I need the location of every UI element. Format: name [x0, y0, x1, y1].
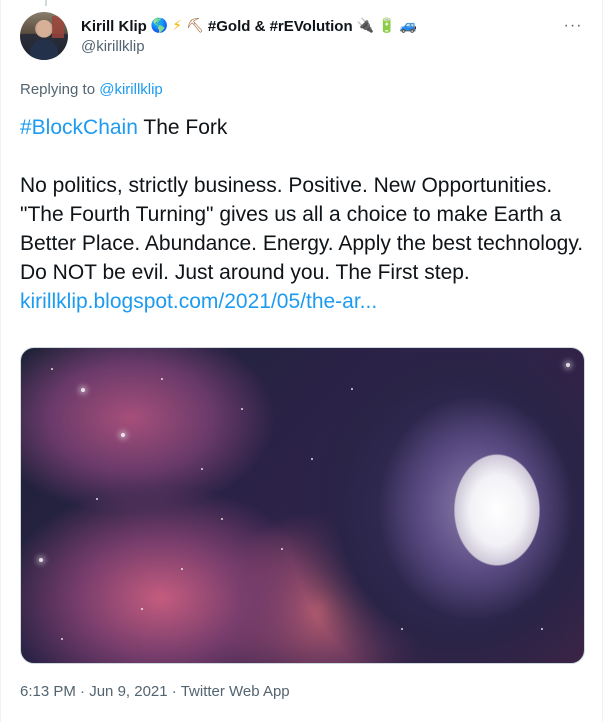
- tweet-title-rest: The Fork: [137, 116, 228, 139]
- bolt-icon: ⚡: [172, 18, 183, 34]
- star-sparkle: [96, 498, 98, 500]
- tweet-card: Kirill Klip 🌎 ⚡ ⛏ #Gold & #rEVolution 🔌 …: [0, 0, 603, 722]
- star-sparkle: [201, 468, 203, 470]
- star-sparkle: [541, 628, 543, 630]
- tweet-client[interactable]: Twitter Web App: [181, 683, 290, 700]
- pick-icon: ⛏: [186, 18, 204, 34]
- thread-connector-line: [45, 0, 47, 6]
- hashtag-link[interactable]: #BlockChain: [20, 116, 138, 139]
- tweet-body: No politics, strictly business. Positive…: [20, 174, 584, 284]
- star-sparkle: [81, 388, 85, 392]
- meta-separator: ·: [75, 683, 90, 700]
- star-sparkle: [566, 363, 570, 367]
- star-sparkle: [61, 638, 63, 640]
- plug-icon: 🔌: [356, 18, 375, 34]
- star-sparkle: [351, 388, 353, 390]
- star-sparkle: [221, 518, 223, 520]
- tweet-date[interactable]: Jun 9, 2021: [89, 683, 167, 700]
- star-sparkle: [51, 368, 53, 370]
- star-sparkle: [401, 628, 403, 630]
- replying-to-prefix: Replying to: [20, 81, 96, 98]
- tweet-time[interactable]: 6:13 PM: [20, 683, 76, 700]
- replying-to-handle-link[interactable]: @kirillklip: [99, 81, 163, 98]
- author-name-row[interactable]: Kirill Klip 🌎 ⚡ ⛏ #Gold & #rEVolution 🔌 …: [81, 16, 417, 36]
- avatar-face: [37, 20, 51, 37]
- star-sparkle: [281, 548, 283, 550]
- more-options-button[interactable]: ···: [562, 17, 584, 34]
- author-name-suffix: #Gold & #rEVolution: [207, 17, 353, 35]
- tweet-media-image[interactable]: [20, 347, 585, 664]
- tweet-title-line: #BlockChain The Fork: [20, 113, 592, 142]
- avatar-shirt: [30, 40, 58, 60]
- battery-icon: 🔋: [378, 18, 396, 34]
- meta-separator: ·: [167, 683, 181, 700]
- avatar[interactable]: [20, 12, 68, 60]
- tweet-metadata: 6:13 PM · Jun 9, 2021 · Twitter Web App: [20, 683, 290, 700]
- author-display-name[interactable]: Kirill Klip: [81, 18, 147, 35]
- star-sparkle: [141, 608, 143, 610]
- tweet-text: #BlockChain The Fork No politics, strict…: [20, 113, 592, 316]
- author-handle[interactable]: @kirillklip: [81, 38, 417, 55]
- star-sparkle: [181, 568, 183, 570]
- car-icon: 🚙: [399, 18, 417, 34]
- star-sparkle: [241, 408, 243, 410]
- replying-to-line: Replying to @kirillklip: [20, 81, 163, 98]
- globe-icon: 🌎: [150, 18, 169, 34]
- avatar-background-detail: [52, 16, 64, 38]
- star-sparkle: [311, 458, 313, 460]
- star-sparkle: [161, 378, 163, 380]
- star-sparkle: [39, 558, 43, 562]
- star-sparkle: [121, 433, 125, 437]
- author-block: Kirill Klip 🌎 ⚡ ⛏ #Gold & #rEVolution 🔌 …: [81, 16, 417, 56]
- tweet-url-link[interactable]: kirillklip.blogspot.com/2021/05/the-ar..…: [20, 287, 592, 316]
